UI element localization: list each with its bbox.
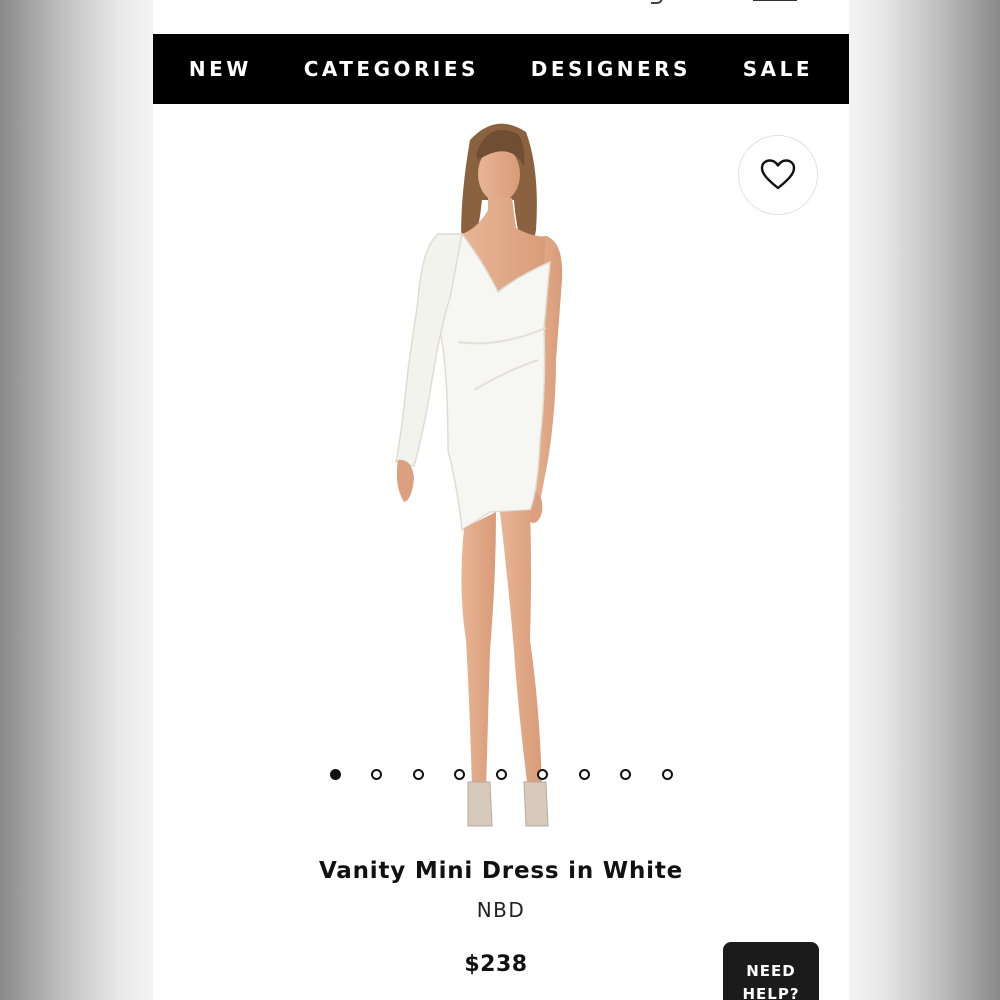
gallery-dot-2[interactable] xyxy=(371,769,382,780)
nav-item-sale[interactable]: SALE xyxy=(743,57,813,81)
header-underline-fragment xyxy=(753,0,797,1)
product-image xyxy=(395,123,563,827)
gallery-dot-4[interactable] xyxy=(454,769,465,780)
gallery-pagination xyxy=(153,769,849,785)
product-brand[interactable]: NBD xyxy=(153,898,849,922)
phone-screen: NEW CATEGORIES DESIGNERS SALE Vanity Min… xyxy=(153,0,849,1000)
product-title: Vanity Mini Dress in White xyxy=(318,858,684,884)
header-strip xyxy=(153,0,849,34)
gallery-dot-7[interactable] xyxy=(578,769,590,780)
need-help-line2: HELP? xyxy=(742,985,800,1000)
gallery-dot-6[interactable] xyxy=(537,769,548,780)
need-help-line1: NEED xyxy=(746,962,796,980)
nav-item-designers[interactable]: DESIGNERS xyxy=(531,57,691,81)
product-gallery[interactable] xyxy=(153,104,849,844)
heart-icon xyxy=(760,159,796,190)
nav-item-categories[interactable]: CATEGORIES xyxy=(304,57,479,81)
header-icon-fragment xyxy=(651,0,663,4)
gallery-dot-1[interactable] xyxy=(329,769,341,780)
gallery-dot-8[interactable] xyxy=(620,769,631,780)
favorite-button[interactable] xyxy=(738,135,818,215)
nav-item-new[interactable]: NEW xyxy=(189,57,252,81)
main-nav: NEW CATEGORIES DESIGNERS SALE xyxy=(153,34,849,104)
gallery-dot-9[interactable] xyxy=(661,769,673,780)
gallery-dot-3[interactable] xyxy=(412,769,424,780)
gallery-dot-5[interactable] xyxy=(495,769,507,780)
need-help-button[interactable]: NEED HELP? xyxy=(723,942,819,1000)
